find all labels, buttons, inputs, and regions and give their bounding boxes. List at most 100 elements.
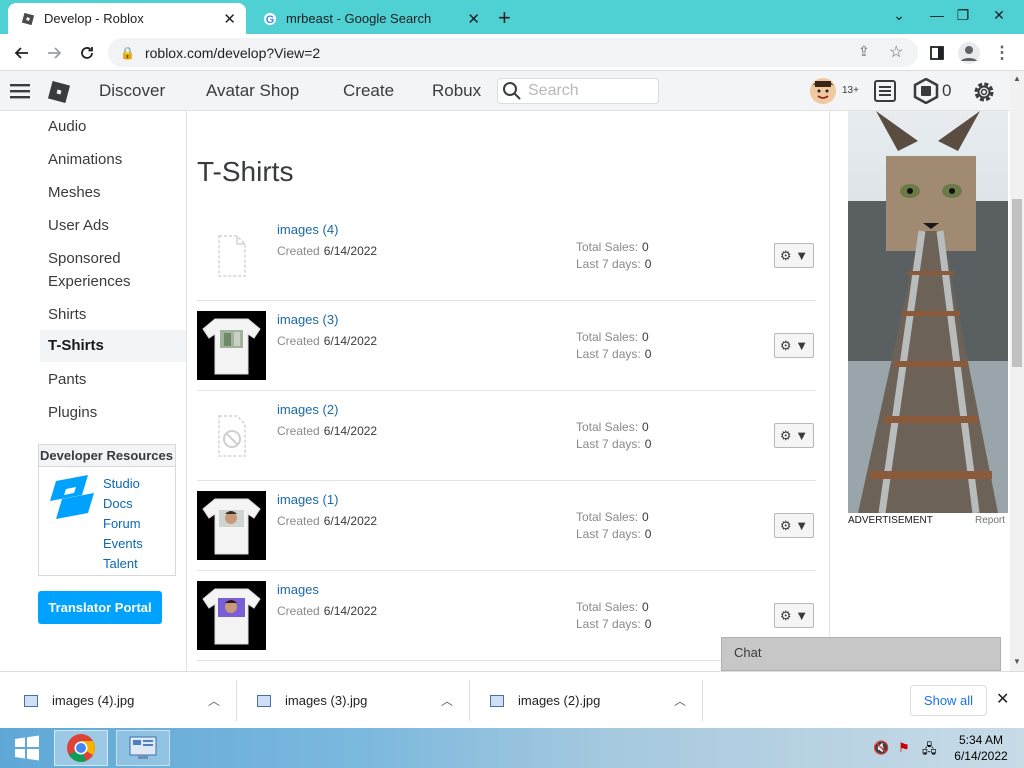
nav-robux[interactable]: Robux — [432, 81, 481, 101]
windows-start-icon[interactable] — [0, 730, 54, 766]
image-file-icon — [490, 694, 504, 707]
close-tab-icon[interactable]: ✕ — [223, 10, 236, 28]
item-settings-button[interactable]: ⚙ ▼ — [774, 423, 814, 448]
item-settings-button[interactable]: ⚙ ▼ — [774, 603, 814, 628]
download-item[interactable]: images (2).jpg ︿ — [470, 680, 703, 721]
sidebar-item-audio[interactable]: Audio — [40, 115, 186, 138]
forward-button[interactable] — [41, 40, 67, 66]
tab-develop-roblox[interactable]: Develop - Roblox ✕ — [8, 3, 246, 34]
scroll-down-icon[interactable]: ▼ — [1013, 657, 1021, 666]
tab-title: mrbeast - Google Search — [286, 11, 432, 26]
browser-menu-icon[interactable]: ⋮ — [989, 40, 1015, 66]
sidebar-item-plugins[interactable]: Plugins — [40, 401, 186, 424]
close-shelf-icon[interactable]: ✕ — [996, 689, 1009, 709]
gear-icon: ⚙ — [779, 427, 792, 443]
main-content: T-Shirts images (4) Created 6/14/2022 Tot… — [188, 111, 828, 671]
item-thumbnail-shirt-purple[interactable] — [197, 581, 266, 650]
last-7-days-sales: Last 7 days: 0 — [576, 347, 651, 361]
roblox-logo-icon[interactable] — [47, 80, 71, 109]
item-name-link[interactable]: images (3) — [277, 312, 338, 327]
system-clock[interactable]: 5:34 AM 6/14/2022 — [950, 732, 1012, 764]
show-all-button[interactable]: Show all — [910, 685, 987, 716]
action-center-icon[interactable]: ⚑ — [898, 740, 910, 756]
page-scrollbar[interactable]: ▲ ▼ — [1010, 71, 1024, 671]
url-text: roblox.com/develop?View=2 — [144, 44, 321, 61]
item-name-link[interactable]: images — [277, 582, 319, 597]
gear-icon: ⚙ — [779, 247, 792, 263]
sidebar-item-user-ads[interactable]: User Ads — [40, 214, 186, 237]
report-ad-link[interactable]: Report — [975, 515, 1005, 526]
reload-button[interactable] — [74, 40, 100, 66]
item-thumbnail-shirt-face[interactable] — [197, 491, 266, 560]
dev-link-events[interactable]: Events — [103, 536, 143, 551]
scroll-up-icon[interactable]: ▲ — [1013, 74, 1021, 83]
dev-link-studio[interactable]: Studio — [103, 476, 140, 491]
dev-link-docs[interactable]: Docs — [103, 496, 133, 511]
total-sales-label: Total Sales: — [576, 330, 639, 344]
item-settings-button[interactable]: ⚙ ▼ — [774, 513, 814, 538]
catalog-list-icon[interactable] — [873, 79, 897, 108]
download-item[interactable]: images (4).jpg ︿ — [4, 680, 237, 721]
chevron-down-icon: ▼ — [795, 248, 809, 263]
item-name-link[interactable]: images (4) — [277, 222, 338, 237]
created-date: 6/14/2022 — [323, 424, 378, 438]
chevron-up-icon[interactable]: ︿ — [208, 692, 220, 709]
search-input[interactable]: Search — [497, 78, 659, 104]
total-sales: Total Sales: 0 — [576, 420, 649, 434]
table-row: images (4) Created 6/14/2022 Total Sales:… — [197, 211, 816, 301]
chrome-taskbar-icon[interactable] — [54, 730, 108, 766]
settings-gear-icon[interactable] — [971, 79, 997, 110]
hamburger-menu-icon[interactable] — [10, 83, 30, 104]
last-7-days-sales: Last 7 days: 0 — [576, 527, 651, 541]
close-window-button[interactable]: ✕ — [976, 0, 1022, 30]
sidebar-item-shirts[interactable]: Shirts — [40, 303, 186, 326]
created-date: 6/14/2022 — [323, 604, 378, 618]
nav-discover[interactable]: Discover — [99, 81, 165, 101]
item-thumbnail-blocked[interactable] — [197, 401, 266, 470]
gear-icon: ⚙ — [779, 337, 792, 353]
back-arrow-icon — [14, 47, 28, 59]
download-item[interactable]: images (3).jpg ︿ — [237, 680, 470, 721]
advertisement-image[interactable] — [848, 111, 1008, 513]
last-7-days-value: 0 — [644, 437, 652, 451]
item-thumbnail-shirt-photo[interactable] — [197, 311, 266, 380]
search-placeholder: Search — [528, 82, 579, 99]
share-icon[interactable]: ⇪ — [858, 43, 870, 60]
bookmark-star-icon[interactable]: ☆ — [889, 42, 903, 62]
side-panel-icon[interactable] — [924, 40, 950, 66]
robux-icon[interactable] — [913, 77, 939, 109]
item-thumbnail-placeholder[interactable] — [197, 221, 266, 290]
chevron-up-icon[interactable]: ︿ — [674, 692, 686, 709]
sidebar-item-pants[interactable]: Pants — [40, 368, 186, 391]
avatar[interactable] — [809, 77, 837, 110]
item-settings-button[interactable]: ⚙ ▼ — [774, 333, 814, 358]
sidebar-item-tshirts[interactable]: T-Shirts — [40, 330, 186, 362]
scrollbar-thumb[interactable] — [1012, 199, 1022, 367]
search-icon — [502, 81, 522, 106]
chevron-down-icon: ▼ — [795, 338, 809, 353]
dev-link-talent[interactable]: Talent — [103, 556, 138, 571]
new-tab-button[interactable]: + — [498, 5, 511, 31]
volume-muted-icon[interactable]: 🔇 — [873, 740, 889, 756]
address-bar[interactable]: 🔒 roblox.com/develop?View=2 ⇪ ☆ — [108, 38, 918, 67]
profile-avatar-icon[interactable] — [956, 40, 982, 66]
back-button[interactable] — [9, 40, 35, 66]
chevron-up-icon[interactable]: ︿ — [441, 692, 453, 709]
sidebar-item-sponsored-experiences[interactable]: Sponsored Experiences — [40, 247, 160, 293]
network-icon[interactable]: 🖧 — [922, 740, 937, 762]
sidebar-item-animations[interactable]: Animations — [40, 148, 186, 171]
item-name-link[interactable]: images (1) — [277, 492, 338, 507]
nav-create[interactable]: Create — [343, 81, 394, 101]
sidebar-item-meshes[interactable]: Meshes — [40, 181, 186, 204]
item-name-link[interactable]: images (2) — [277, 402, 338, 417]
item-settings-button[interactable]: ⚙ ▼ — [774, 243, 814, 268]
last-7-days-sales: Last 7 days: 0 — [576, 437, 651, 451]
translator-portal-button[interactable]: Translator Portal — [38, 591, 162, 624]
close-tab-icon[interactable]: ✕ — [467, 10, 480, 28]
nav-avatar-shop[interactable]: Avatar Shop — [206, 81, 299, 101]
chat-panel[interactable]: Chat — [721, 637, 1001, 671]
remote-desktop-taskbar-icon[interactable] — [116, 730, 170, 766]
last-7-days-label: Last 7 days: — [576, 437, 641, 451]
dev-link-forum[interactable]: Forum — [103, 516, 141, 531]
tab-google-search[interactable]: G mrbeast - Google Search ✕ — [250, 3, 490, 34]
